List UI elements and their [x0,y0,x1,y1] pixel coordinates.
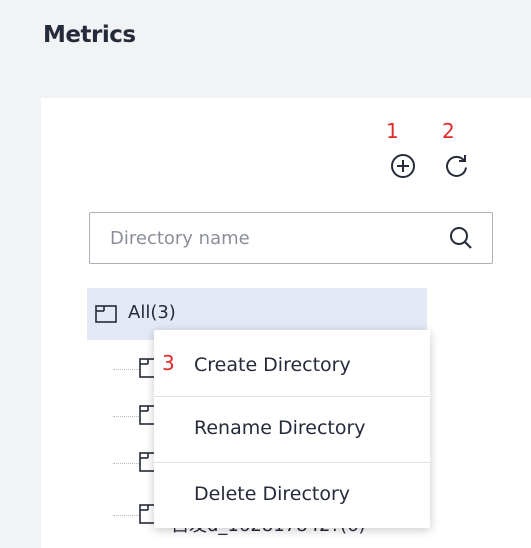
menu-item-label: Rename Directory [194,417,366,439]
annotation-number: 3 [162,351,175,375]
search-box [89,212,493,264]
annotation-number: 1 [386,119,399,143]
menu-item-label: Delete Directory [194,483,351,505]
folder-icon [95,304,117,328]
tree-connector [113,369,139,370]
add-circle-icon[interactable] [389,152,417,180]
rename-directory-menu-item[interactable]: Rename Directory [154,396,430,460]
tree-connector [113,463,139,464]
annotation-number: 2 [442,119,455,143]
refresh-icon[interactable] [443,152,471,180]
menu-item-label: Create Directory [194,354,351,376]
context-menu: 3 Create Directory Rename Directory Dele… [154,330,430,528]
search-icon[interactable] [448,225,474,251]
page-title: Metrics [43,22,136,48]
delete-directory-menu-item[interactable]: Delete Directory [154,462,430,526]
tree-node-label: All(3) [128,302,176,323]
create-directory-menu-item[interactable]: 3 Create Directory [154,332,430,396]
search-input[interactable] [90,213,430,263]
tree-connector [113,515,139,516]
tree-connector [113,416,139,417]
